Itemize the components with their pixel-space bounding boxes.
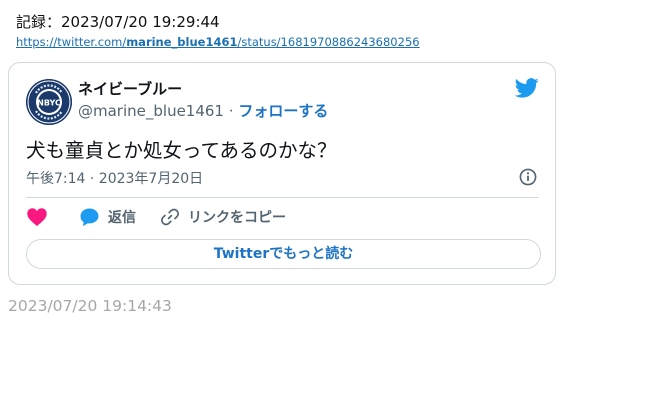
separator: · (228, 102, 234, 120)
like-button[interactable] (26, 207, 48, 227)
copy-link-label: リンクをコピー (188, 210, 286, 226)
footer-timestamp: 2023/07/20 19:14:43 (8, 297, 172, 315)
divider (26, 197, 539, 198)
tweet-text: 犬も童貞とか処女ってあるのかな？ (26, 139, 337, 162)
tweet-url-link[interactable]: https://twitter.com/marine_blue1461/stat… (16, 35, 420, 49)
record-timestamp: 記録：2023/07/20 19:29:44 (16, 13, 220, 31)
display-name[interactable]: ネイビーブルー (78, 78, 182, 99)
reply-bubble-icon (80, 208, 99, 227)
reply-button[interactable]: 返信 (79, 207, 136, 227)
avatar-text: NBYC (37, 99, 61, 108)
copy-link-button[interactable]: リンクをコピー (160, 207, 286, 227)
read-more-button[interactable]: Twitterでもっと読む (26, 239, 541, 269)
tweet-card: NBYC ネイビーブルー @marine_blue1461 · フォローする 犬… (8, 62, 556, 285)
handle-row: @marine_blue1461 · フォローする (78, 100, 328, 121)
url-user: marine_blue1461 (126, 35, 238, 49)
twitter-bird-icon[interactable] (515, 78, 539, 98)
follow-button[interactable]: フォローする (238, 102, 328, 120)
user-handle[interactable]: @marine_blue1461 (78, 102, 224, 120)
tweet-timestamp[interactable]: 午後7:14 · 2023年7月20日 (26, 168, 203, 188)
avatar-logo: NBYC (26, 79, 72, 125)
info-icon[interactable] (519, 168, 537, 186)
url-suffix: /status/1681970886243680256 (237, 35, 420, 49)
reply-label: 返信 (108, 210, 136, 226)
link-icon (160, 208, 180, 226)
heart-icon (27, 208, 47, 226)
avatar[interactable]: NBYC (26, 79, 72, 125)
url-prefix: https://twitter.com/ (16, 35, 127, 49)
